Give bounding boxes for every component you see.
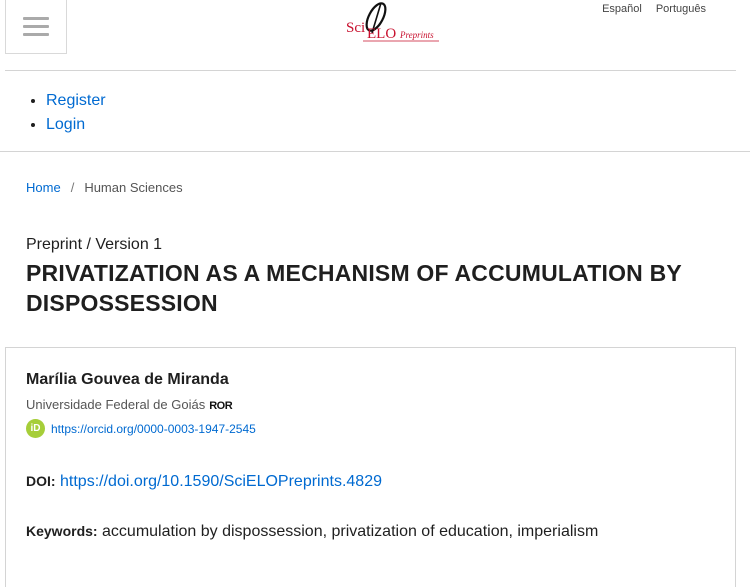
preprint-version: Preprint / Version 1	[26, 236, 163, 253]
lang-espanol-link[interactable]: Español	[602, 3, 642, 15]
author-name: Marília Gouvea de Miranda	[26, 371, 229, 388]
user-nav-item: Login	[46, 113, 106, 137]
keywords-value: accumulation by dispossession, privatiza…	[102, 523, 599, 540]
author-affiliation: Universidade Federal de Goiás ROR	[26, 397, 233, 412]
user-nav-item: Register	[46, 89, 106, 113]
breadcrumb-separator: /	[70, 180, 75, 195]
keywords-label: Keywords:	[26, 523, 98, 539]
hamburger-menu-icon	[23, 16, 49, 37]
login-link[interactable]: Login	[46, 116, 85, 133]
keywords-row: Keywords: accumulation by dispossession,…	[26, 523, 598, 541]
logo-preprints-text: Preprints	[399, 30, 434, 40]
logo-elo-text: ELO	[367, 26, 396, 42]
breadcrumb: Home / Human Sciences	[26, 180, 183, 195]
affiliation-text: Universidade Federal de Goiás	[26, 397, 206, 412]
breadcrumb-current: Human Sciences	[84, 180, 183, 195]
breadcrumb-home-link[interactable]: Home	[26, 180, 61, 195]
orcid-icon: iD	[26, 419, 45, 438]
orcid-row: iD https://orcid.org/0000-0003-1947-2545	[26, 419, 256, 438]
ror-icon[interactable]: ROR	[209, 400, 232, 412]
menu-toggle-button[interactable]	[5, 0, 67, 54]
language-switcher: Español Português	[602, 3, 706, 15]
orcid-link[interactable]: https://orcid.org/0000-0003-1947-2545	[51, 422, 256, 436]
user-nav: Register Login	[26, 89, 106, 137]
logo-sci-text: Sci	[346, 20, 365, 36]
register-link[interactable]: Register	[46, 92, 106, 109]
article-title: PRIVATIZATION AS A MECHANISM OF ACCUMULA…	[26, 260, 682, 316]
logo-graphic: Sci ELO Preprints	[346, 2, 439, 42]
doi-row: DOI: https://doi.org/10.1590/SciELOPrepr…	[26, 473, 382, 491]
doi-link[interactable]: https://doi.org/10.1590/SciELOPreprints.…	[60, 473, 382, 490]
divider	[5, 70, 736, 71]
doi-label: DOI:	[26, 473, 56, 489]
scielo-preprints-logo[interactable]: Sci ELO Preprints	[343, 0, 443, 44]
lang-portugues-link[interactable]: Português	[656, 3, 706, 15]
divider	[0, 151, 750, 152]
